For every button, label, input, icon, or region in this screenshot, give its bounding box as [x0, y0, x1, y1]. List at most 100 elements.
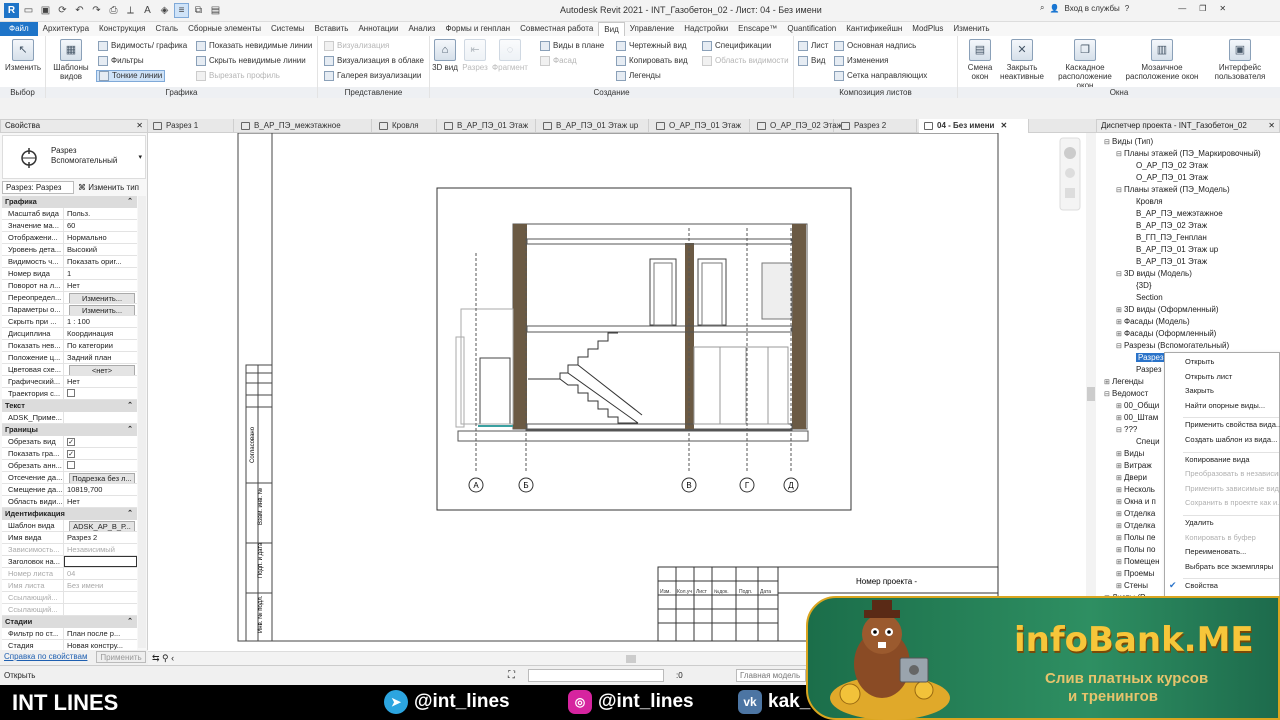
menu-tab-0[interactable]: Файл	[0, 22, 38, 36]
type-filter-combo[interactable]: Разрез: Разрез	[2, 181, 74, 194]
menu-tab-1[interactable]: Архитектура	[38, 22, 94, 36]
context-menu-item[interactable]: Переименовать...	[1185, 547, 1246, 556]
menu-tab-18[interactable]: Изменить	[948, 22, 994, 36]
tree-node[interactable]: ⊞ Фасады (Оформленный)	[1116, 328, 1216, 340]
properties-help-link[interactable]: Справка по свойствам	[4, 652, 87, 661]
save-icon[interactable]: ▣	[38, 3, 53, 18]
collapse-icon[interactable]: ⊟	[1104, 389, 1112, 400]
prop-edit-button[interactable]: ADSK_АР_В_Р...	[69, 521, 135, 531]
menu-tab-10[interactable]: Совместная работа	[515, 22, 598, 36]
cut-profile-button[interactable]: Вырезать профиль	[196, 70, 280, 82]
render-button[interactable]: Визуализация	[324, 40, 389, 52]
menu-tab-4[interactable]: Сборные элементы	[183, 22, 266, 36]
context-menu-item[interactable]: Сохранить в проекте как и...	[1185, 498, 1280, 507]
tree-node[interactable]: ⊞ Отделка	[1116, 508, 1155, 520]
thin-lines-icon[interactable]: ≡	[174, 3, 189, 18]
3d-icon[interactable]: ◈	[157, 3, 172, 18]
menu-tab-14[interactable]: Enscape™	[733, 22, 782, 36]
expand-icon[interactable]: ⊞	[1116, 317, 1124, 328]
telegram-handle[interactable]: ➤ @int_lines	[384, 690, 510, 714]
tree-node[interactable]: ⊞ Двери	[1116, 472, 1147, 484]
prop-checkbox[interactable]: ✓	[67, 450, 75, 458]
expand-icon[interactable]: ⊞	[1116, 545, 1124, 556]
close-hidden-icon[interactable]: ⧉	[191, 3, 206, 18]
prop-value[interactable]: Координация	[64, 328, 137, 339]
expand-icon[interactable]: ⊞	[1116, 485, 1124, 496]
ui-button[interactable]: ▣ Интерфейс пользователя	[1212, 39, 1268, 81]
menu-tab-7[interactable]: Аннотации	[353, 22, 403, 36]
sheet-button[interactable]: Лист	[798, 40, 828, 52]
menu-tab-11[interactable]: Вид	[598, 22, 625, 36]
close-inactive-button[interactable]: ✕ Закрыть неактивные	[1000, 39, 1044, 81]
tile-button[interactable]: ▥ Мозаичное расположение окон	[1122, 39, 1202, 81]
remove-hidden-lines-button[interactable]: Скрыть невидимые линии	[196, 55, 306, 67]
worksets-icon[interactable]: ⛶	[508, 670, 515, 681]
tree-node[interactable]: ⊞ Легенды	[1104, 376, 1144, 388]
filters-button[interactable]: Фильтры	[98, 55, 144, 67]
context-menu-item[interactable]: Копирование вида	[1185, 455, 1250, 464]
prop-value[interactable]	[64, 592, 137, 603]
collapse-icon[interactable]: ⊟	[1116, 269, 1124, 280]
show-hidden-lines-button[interactable]: Показать невидимые линии	[196, 40, 312, 52]
prop-value[interactable]: Высокий	[64, 244, 137, 255]
tree-node[interactable]: В_АР_ПЭ_02 Этаж	[1128, 220, 1207, 231]
view-tab-8[interactable]: 04 - Без имени ✕	[919, 119, 1029, 133]
tree-node[interactable]: ⊞ 3D виды (Оформленный)	[1116, 304, 1219, 316]
navigation-bar[interactable]	[1059, 137, 1081, 211]
open-icon[interactable]: ▭	[21, 3, 36, 18]
context-menu-item[interactable]: Открыть	[1185, 357, 1214, 366]
prop-section[interactable]: Идентификация	[2, 508, 137, 520]
menu-tab-16[interactable]: Кантификейшн	[841, 22, 907, 36]
prop-edit-button[interactable]: <нет>	[69, 365, 135, 375]
prop-value[interactable]: План после р...	[64, 628, 137, 639]
collapse-icon[interactable]: ⊟	[1104, 137, 1112, 148]
tree-node[interactable]: ⊟ Планы этажей (ПЭ_Модель)	[1116, 184, 1230, 196]
tree-node[interactable]: ⊟ 3D виды (Модель)	[1116, 268, 1192, 280]
tree-node[interactable]: ⊞ Проемы	[1116, 568, 1154, 580]
expand-icon[interactable]: ⊞	[1116, 533, 1124, 544]
tree-node[interactable]: ⊟ Ведомост	[1104, 388, 1148, 400]
place-view-button[interactable]: Вид	[798, 55, 825, 67]
tree-node[interactable]: ⊞ Витраж	[1116, 460, 1152, 472]
prop-value[interactable]: Новая констру...	[64, 640, 137, 650]
expand-icon[interactable]: ⊞	[1116, 461, 1124, 472]
view-tab-1[interactable]: В_АР_ПЭ_межэтажное	[236, 119, 372, 133]
view-tab-6[interactable]: О_АР_ПЭ_02 Этаж	[752, 119, 842, 133]
legends-button[interactable]: Легенды	[616, 70, 661, 82]
expand-icon[interactable]: ⊞	[1116, 521, 1124, 532]
prop-value[interactable]: Нет	[64, 376, 137, 387]
duplicate-view-button[interactable]: Копировать вид	[616, 55, 688, 67]
prop-value[interactable]: Без имени	[64, 580, 137, 591]
tree-node[interactable]: {3D}	[1128, 280, 1152, 291]
render-cloud-button[interactable]: Визуализация в облаке	[324, 55, 424, 67]
tree-node[interactable]: ⊟ Разрезы (Вспомогательный)	[1116, 340, 1229, 352]
view-scale-icon[interactable]: ⇆ ⚲ ‹	[152, 653, 174, 664]
collapse-icon[interactable]: ⊟	[1116, 425, 1124, 436]
prop-value[interactable]: Показать ориг...	[64, 256, 137, 267]
tree-node[interactable]: Кровля	[1128, 196, 1163, 207]
tree-node[interactable]: ⊞ Полы по	[1116, 544, 1155, 556]
tree-node[interactable]: ⊞ Стены	[1116, 580, 1148, 592]
menu-tab-5[interactable]: Системы	[266, 22, 310, 36]
tree-node[interactable]: В_АР_ПЭ_01 Этаж up	[1128, 244, 1218, 255]
title-block-button[interactable]: Основная надпись	[834, 40, 916, 52]
tree-node[interactable]: Специ	[1128, 436, 1160, 447]
switch-windows-button[interactable]: ▤ Смена окон	[960, 39, 1000, 81]
section-button[interactable]: ⇤ Разрез	[460, 39, 490, 72]
tree-node[interactable]: ⊞ Несколь	[1116, 484, 1155, 496]
render-gallery-button[interactable]: Галерея визуализации	[324, 70, 421, 82]
context-menu-item[interactable]: Создать шаблон из вида...	[1185, 435, 1277, 444]
expand-icon[interactable]: ⊞	[1116, 497, 1124, 508]
3d-view-button[interactable]: ⌂ 3D вид	[430, 39, 460, 72]
context-menu-item[interactable]: Открыть лист	[1185, 372, 1232, 381]
properties-scrollbar[interactable]	[138, 196, 146, 648]
tree-node[interactable]: В_АР_ПЭ_межэтажное	[1128, 208, 1223, 219]
prop-edit-button[interactable]: Изменить...	[69, 293, 135, 303]
cascade-button[interactable]: ❐ Каскадное расположение окон	[1050, 39, 1120, 90]
prop-value[interactable]: 1 : 100	[64, 316, 137, 327]
expand-icon[interactable]: ⊞	[1104, 377, 1112, 388]
instagram-handle[interactable]: ◎ @int_lines	[568, 690, 694, 714]
expand-icon[interactable]: ⊞	[1116, 305, 1124, 316]
print-icon[interactable]: ⎙	[106, 3, 121, 18]
workset-combo[interactable]	[528, 669, 664, 682]
